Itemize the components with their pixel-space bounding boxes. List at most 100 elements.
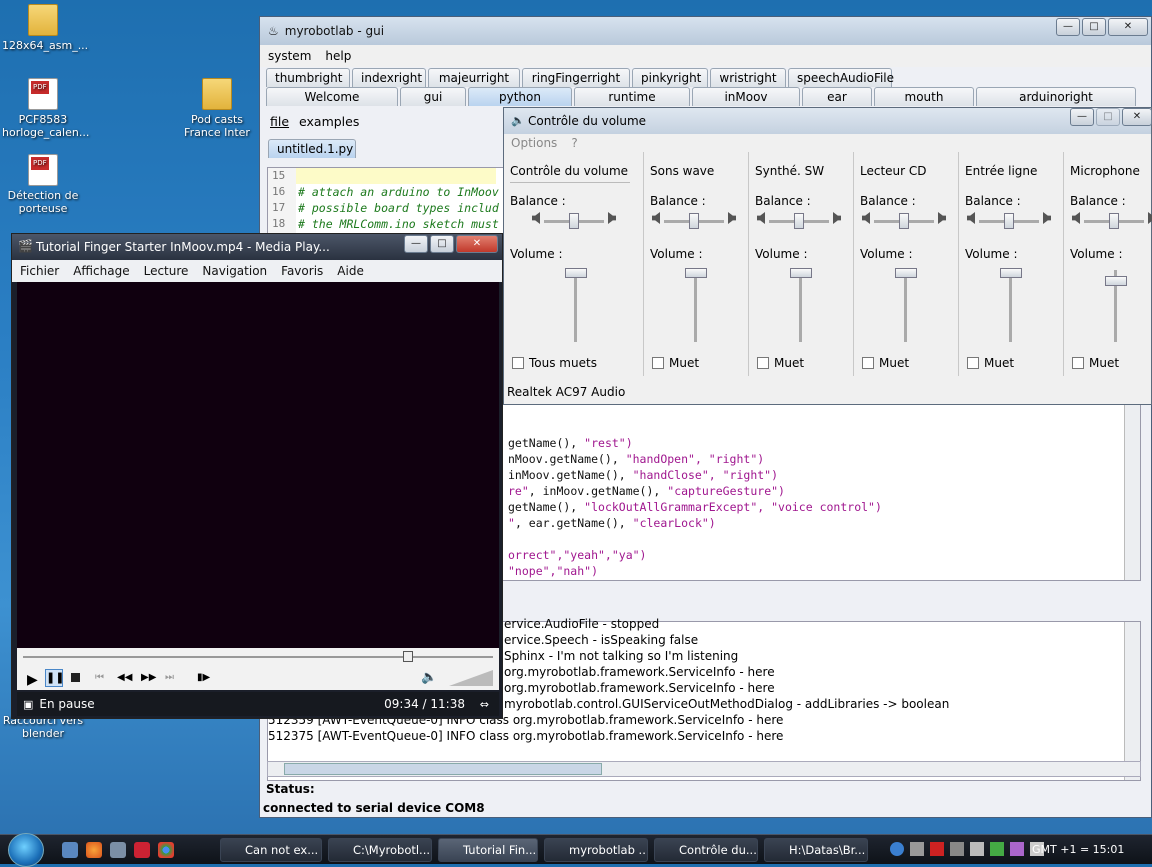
- balance-slider[interactable]: [1084, 213, 1144, 229]
- balance-slider[interactable]: [979, 213, 1039, 229]
- balance-slider[interactable]: [874, 213, 934, 229]
- tab-majeurright[interactable]: majeurright: [428, 68, 520, 87]
- volume-minimize-button[interactable]: —: [1070, 108, 1094, 126]
- volume-titlebar[interactable]: 🔈 Contrôle du volume — □ ✕: [504, 108, 1152, 134]
- desktop-icon-pcf8583[interactable]: PCF8583 horloge_calen...: [2, 78, 89, 139]
- menu-system[interactable]: system: [268, 49, 311, 63]
- balance-slider[interactable]: [544, 213, 604, 229]
- player-menu-fichier[interactable]: Fichier: [20, 264, 59, 278]
- player-menu-aide[interactable]: Aide: [337, 264, 364, 278]
- tab-ringfingerright[interactable]: ringFingerright: [522, 68, 630, 87]
- python-menu-examples[interactable]: examples: [299, 114, 359, 129]
- play-icon[interactable]: ▶: [27, 672, 38, 688]
- taskbar-item-myrobotlab[interactable]: myrobotlab ...: [544, 838, 648, 862]
- chrome-icon[interactable]: [158, 842, 174, 858]
- tab-arduinoright[interactable]: arduinoright: [976, 87, 1136, 106]
- seek-bar[interactable]: [23, 651, 493, 662]
- previous-icon[interactable]: ⏮: [95, 672, 104, 683]
- volume-knob[interactable]: [1000, 268, 1022, 278]
- network-icon[interactable]: [890, 842, 904, 856]
- volume-slider[interactable]: [790, 268, 812, 342]
- volume-menu-help[interactable]: ?: [571, 136, 577, 150]
- balance-slider[interactable]: [664, 213, 724, 229]
- taskbar-item-volume[interactable]: Contrôle du...: [654, 838, 758, 862]
- mute-checkbox[interactable]: Muet: [757, 356, 804, 370]
- tab-welcome[interactable]: Welcome: [266, 87, 398, 106]
- app-icon[interactable]: [110, 842, 126, 858]
- close-button[interactable]: ✕: [1108, 18, 1148, 36]
- mute-checkbox[interactable]: Muet: [862, 356, 909, 370]
- volume-menu-options[interactable]: Options: [511, 136, 557, 150]
- fast-forward-icon[interactable]: ▶▶: [141, 672, 156, 683]
- balance-knob[interactable]: [794, 213, 804, 229]
- tab-indexright[interactable]: indexright: [352, 68, 426, 87]
- balance-knob[interactable]: [1004, 213, 1014, 229]
- balance-knob[interactable]: [689, 213, 699, 229]
- mute-checkbox[interactable]: Muet: [652, 356, 699, 370]
- desktop-icon-detection[interactable]: Détection de porteuse: [2, 154, 84, 215]
- scroll-thumb[interactable]: [284, 763, 602, 775]
- player-titlebar[interactable]: 🎬 Tutorial Finger Starter InMoov.mp4 - M…: [12, 234, 502, 260]
- tab-runtime[interactable]: runtime: [574, 87, 690, 106]
- mute-checkbox[interactable]: Tous muets: [512, 356, 597, 370]
- taskbar-item-mediaplayer[interactable]: Tutorial Fin...: [438, 838, 538, 862]
- volume-close-button[interactable]: ✕: [1122, 108, 1152, 126]
- volume-icon[interactable]: 🔈: [421, 670, 437, 685]
- pause-icon[interactable]: ❚❚: [45, 669, 64, 687]
- stop-icon[interactable]: [71, 673, 80, 682]
- tray-app-icon[interactable]: [950, 842, 964, 856]
- volume-slider[interactable]: [685, 268, 707, 342]
- volume-slider[interactable]: [895, 268, 917, 342]
- clock[interactable]: GMT +1 = 15:01: [1032, 843, 1124, 856]
- tab-untitled-py[interactable]: untitled.1.py: [268, 139, 356, 158]
- tab-gui[interactable]: gui: [400, 87, 466, 106]
- tab-pinkyright[interactable]: pinkyright: [632, 68, 708, 87]
- mrl-titlebar[interactable]: ♨ myrobotlab - gui — □ ✕: [260, 17, 1151, 45]
- player-maximize-button[interactable]: □: [430, 235, 454, 253]
- volume-slider[interactable]: [1105, 270, 1127, 342]
- firefox-icon[interactable]: [86, 842, 102, 858]
- tab-thumbright[interactable]: thumbright: [266, 68, 350, 87]
- desktop-icon-podcasts[interactable]: Pod casts France Inter: [176, 78, 258, 139]
- player-menu-affichage[interactable]: Affichage: [73, 264, 129, 278]
- tray-app-icon[interactable]: [910, 842, 924, 856]
- speaker-tray-icon[interactable]: [970, 842, 984, 856]
- show-desktop-icon[interactable]: [62, 842, 78, 858]
- balance-slider[interactable]: [769, 213, 829, 229]
- volume-slider[interactable]: [565, 268, 587, 342]
- desktop-icon-128x64[interactable]: 128x64_asm_...: [2, 4, 88, 52]
- app-icon[interactable]: [134, 842, 150, 858]
- language-icon[interactable]: [930, 842, 944, 856]
- tab-inmoov[interactable]: inMoov: [692, 87, 800, 106]
- balance-knob[interactable]: [1109, 213, 1119, 229]
- volume-knob[interactable]: [565, 268, 587, 278]
- start-button[interactable]: [8, 833, 44, 867]
- python-menu-file[interactable]: file: [270, 114, 289, 129]
- mute-checkbox[interactable]: Muet: [967, 356, 1014, 370]
- log-scrollbar[interactable]: [1124, 622, 1140, 780]
- volume-knob[interactable]: [895, 268, 917, 278]
- player-menu-favoris[interactable]: Favoris: [281, 264, 323, 278]
- tab-mouth[interactable]: mouth: [874, 87, 974, 106]
- player-minimize-button[interactable]: —: [404, 235, 428, 253]
- fullscreen-icon[interactable]: ⇔: [480, 698, 489, 711]
- tab-speechaudiofile[interactable]: speechAudioFile: [788, 68, 894, 87]
- player-menu-lecture[interactable]: Lecture: [144, 264, 189, 278]
- mute-checkbox[interactable]: Muet: [1072, 356, 1119, 370]
- player-menu-navigation[interactable]: Navigation: [202, 264, 267, 278]
- tab-python[interactable]: python: [468, 87, 572, 106]
- frame-step-icon[interactable]: ▮▶: [197, 672, 210, 683]
- player-close-button[interactable]: ✕: [456, 235, 498, 253]
- taskbar-item-chrome[interactable]: Can not ex...: [220, 838, 322, 862]
- volume-knob[interactable]: [790, 268, 812, 278]
- volume-knob[interactable]: [685, 268, 707, 278]
- seek-thumb[interactable]: [403, 651, 414, 662]
- tab-ear[interactable]: ear: [802, 87, 872, 106]
- tray-app-icon[interactable]: [1010, 842, 1024, 856]
- taskbar-item-explorer[interactable]: C:\Myrobotl...: [328, 838, 432, 862]
- taskbar-item-folder[interactable]: H:\Datas\Br...: [764, 838, 868, 862]
- volume-knob[interactable]: [1105, 276, 1127, 287]
- volume-slider[interactable]: [1000, 268, 1022, 342]
- tab-wristright[interactable]: wristright: [710, 68, 786, 87]
- minimize-button[interactable]: —: [1056, 18, 1080, 36]
